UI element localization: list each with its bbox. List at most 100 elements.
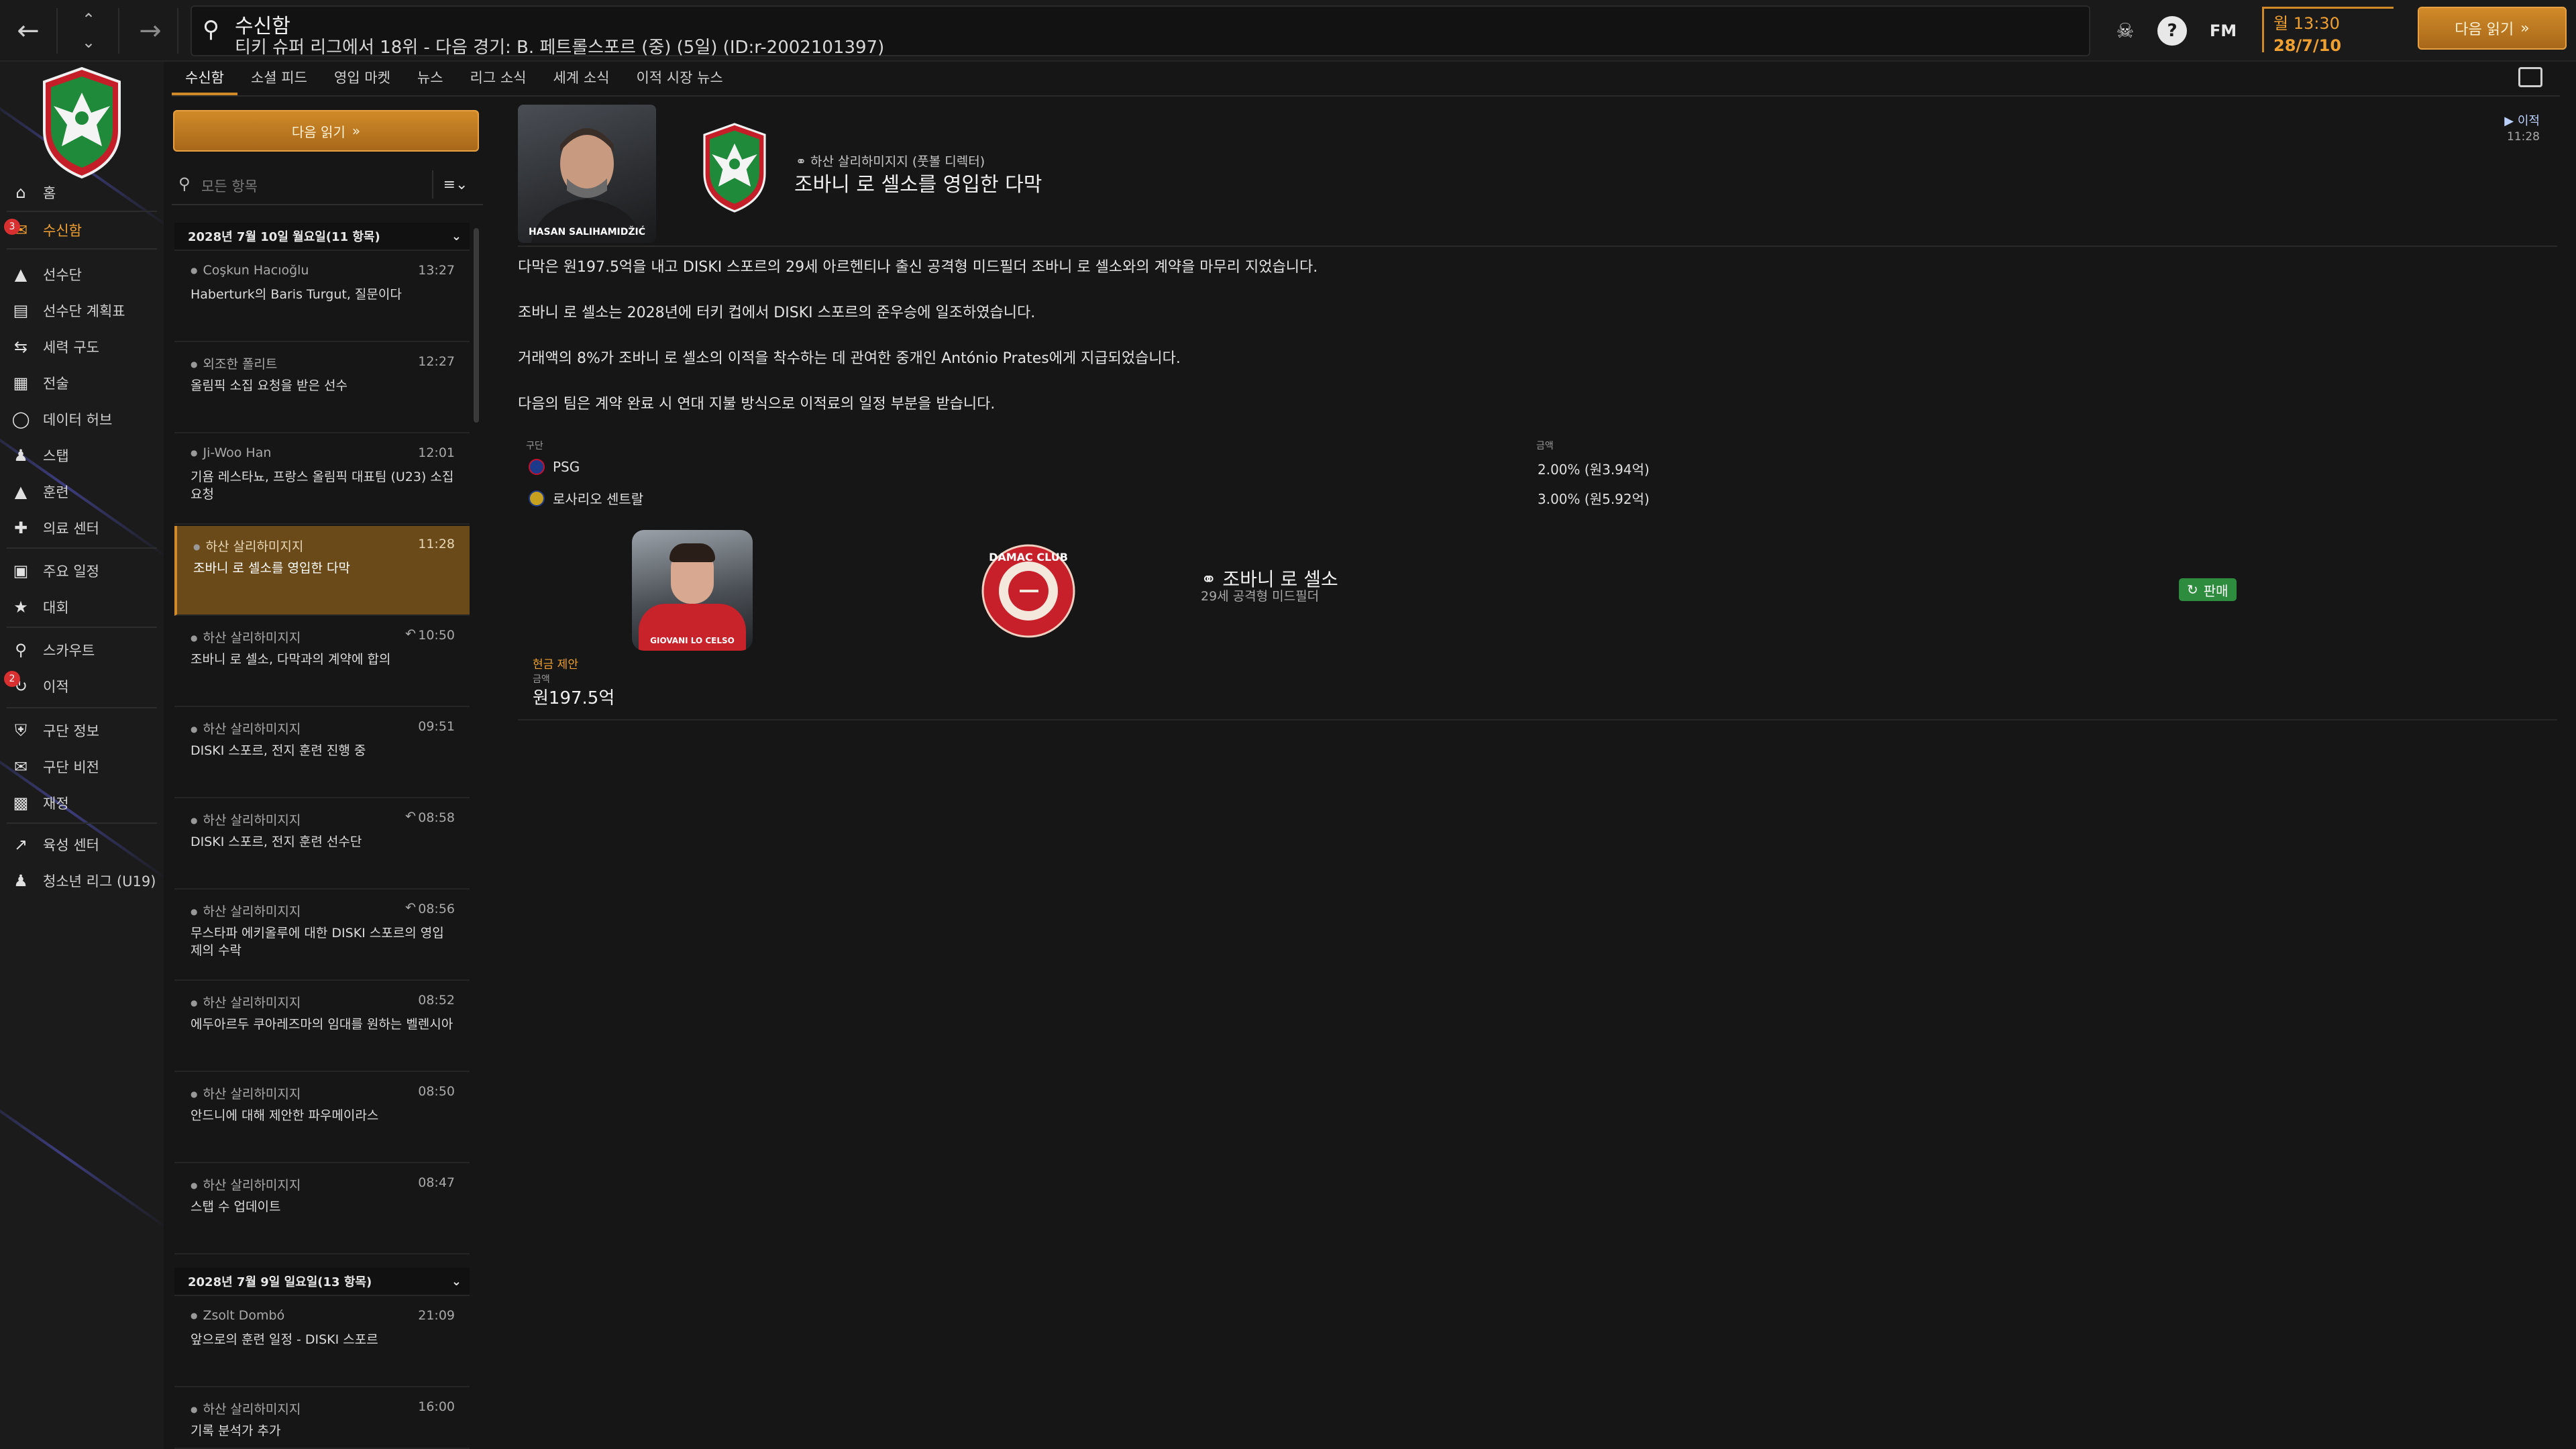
tab-recruitment[interactable]: 영입 마켓 xyxy=(321,64,404,95)
payment-amount-label: 금액 xyxy=(533,674,550,685)
back-arrow-icon[interactable]: ← xyxy=(9,12,47,50)
list-item[interactable]: 하산 살리하미지지 ↶10:50 조바니 로 셀소, 다막과의 계약에 합의 xyxy=(174,617,470,707)
reply-icon: ↶ xyxy=(405,627,416,641)
list-item[interactable]: Ji-Woo Han 12:01 기욤 레스타뇨, 프랑스 올림픽 대표팀 (U23… xyxy=(174,435,470,525)
player-photo[interactable]: GIOVANI LO CELSO xyxy=(632,530,753,651)
double-chevron-right-icon: » xyxy=(352,123,361,139)
sidebar-item-competitions[interactable]: ★ 대회 xyxy=(0,590,164,624)
continue-button[interactable]: 다음 읽기 » xyxy=(2418,7,2567,50)
skull-icon[interactable]: ☠ xyxy=(2110,16,2140,46)
sidebar-item-medical[interactable]: ✚ 의료 센터 xyxy=(0,511,164,545)
home-icon: ⌂ xyxy=(15,183,26,202)
list-item[interactable]: Coşkun Hacıoğlu 13:27 Haberturk의 Baris Tur… xyxy=(174,252,470,342)
message-sender: Ji-Woo Han xyxy=(191,445,271,460)
sender-line[interactable]: ⚭ 하산 살리하미지지 (풋볼 디렉터) xyxy=(796,152,985,170)
data-icon: ◯ xyxy=(11,410,30,429)
message-time: 11:28 xyxy=(418,537,455,551)
table-row[interactable]: 로사리오 센트랄 xyxy=(529,488,643,508)
date-time-display[interactable]: 월 13:30 28/7/10 xyxy=(2262,7,2394,55)
inbox-filter[interactable]: ⚲ 모든 항목 ≡⌄ xyxy=(172,165,483,205)
list-item[interactable]: 하산 살리하미지지 08:52 에두아르두 쿠아레즈마의 임대를 원하는 벨렌시아 xyxy=(174,982,470,1072)
sidebar-item-label: 전술 xyxy=(43,376,69,392)
sidebar-item-label: 구단 비전 xyxy=(43,759,99,775)
tab-world-news[interactable]: 세계 소식 xyxy=(540,64,623,95)
list-item[interactable]: 하산 살리하미지지 ↶08:58 DISKI 스포르, 전지 훈련 선수단 xyxy=(174,800,470,890)
sidebar-item-finances[interactable]: ▩ 재정 xyxy=(0,786,164,820)
list-item[interactable]: 하산 살리하미지지 09:51 DISKI 스포르, 전지 훈련 진행 중 xyxy=(174,708,470,798)
table-cell-amount: 2.00% (원3.94억) xyxy=(1538,462,1650,478)
message-subject: 조바니 로 셀소, 다막과의 계약에 합의 xyxy=(191,652,391,667)
table-header-club: 구단 xyxy=(526,441,543,451)
list-item[interactable]: 하산 살리하미지지 ↶08:56 무스타파 에키올루에 대한 DISKI 스포르의 … xyxy=(174,891,470,981)
screen-icon[interactable] xyxy=(2518,67,2542,87)
group-label: 2028년 7월 9일 일요일(13 항목) xyxy=(188,1275,372,1289)
sidebar-item-tactics[interactable]: ▦ 전술 xyxy=(0,366,164,400)
scout-icon: ⚲ xyxy=(15,641,27,659)
divider xyxy=(518,246,2557,247)
club-logo-text: DAMAC CLUB xyxy=(989,551,1068,564)
sidebar-item-label: 스탭 xyxy=(43,448,69,464)
club-logo-icon xyxy=(529,459,545,475)
message-sender: 하산 살리하미지지 xyxy=(191,1399,301,1417)
sidebar-item-label: 훈련 xyxy=(43,484,69,500)
fm-menu-button[interactable]: FM xyxy=(2204,16,2242,46)
double-chevron-right-icon: » xyxy=(2520,19,2530,37)
group-label: 2028년 7월 10일 월요일(11 항목) xyxy=(188,230,380,244)
transfer-icon: ▶ xyxy=(2504,114,2518,128)
list-item[interactable]: 외조한 폴리트 12:27 올림픽 소집 요청을 받은 선수 xyxy=(174,343,470,433)
club-crest-icon[interactable] xyxy=(38,66,126,180)
search-bar[interactable]: ⚲ 수신함 티키 슈퍼 리그에서 18위 - 다음 경기: B. 페트롤스포르 … xyxy=(191,5,2090,58)
payment-type: 현금 제안 xyxy=(533,658,578,672)
tab-league-news[interactable]: 리그 소식 xyxy=(457,64,540,95)
help-icon[interactable]: ? xyxy=(2157,16,2187,46)
sidebar-item-scouting[interactable]: ⚲ 스카우트 xyxy=(0,633,164,667)
sidebar: ⌂ 홈 3 ✉ 수신함 ▲ 선수단 ▤ 선수단 계획표 ⇆ 세력 구도 ▦ 전술 ◯ 데이터 … xyxy=(0,62,164,1449)
sidebar-item-training[interactable]: ▲ 훈련 xyxy=(0,475,164,508)
message-sender: 하산 살리하미지지 xyxy=(191,1084,301,1102)
message-detail: HASAN SALIHAMIDŽIĆ ⚭ 하산 살리하미지지 (풋볼 디렉터) … xyxy=(510,101,2563,1449)
sidebar-item-dynamics[interactable]: ⇆ 세력 구도 xyxy=(0,330,164,364)
sidebar-item-youth-league[interactable]: ♟ 청소년 리그 (U19) xyxy=(0,864,164,898)
sidebar-item-inbox[interactable]: ✉ 수신함 xyxy=(0,213,164,247)
sidebar-item-club-info[interactable]: ⛨ 구단 정보 xyxy=(0,714,164,747)
category-tag[interactable]: ▶ 이적 xyxy=(2504,111,2540,129)
tab-social-feed[interactable]: 소셜 피드 xyxy=(237,64,321,95)
list-item[interactable]: 하산 살리하미지지 16:00 기록 분석가 추가 xyxy=(174,1389,470,1449)
sidebar-item-data-hub[interactable]: ◯ 데이터 허브 xyxy=(0,402,164,436)
filter-input[interactable]: 모든 항목 xyxy=(201,176,258,196)
sidebar-item-staff[interactable]: ♟ 스탭 xyxy=(0,439,164,472)
damac-club-logo-icon[interactable]: DAMAC CLUB xyxy=(981,543,1076,639)
club-crest-icon[interactable] xyxy=(699,121,770,215)
list-item[interactable]: 하산 살리하미지지 08:50 안드니에 대해 제안한 파우메이라스 xyxy=(174,1073,470,1163)
message-sender: Coşkun Hacıoğlu xyxy=(191,263,309,278)
list-continue-button[interactable]: 다음 읽기 » xyxy=(173,110,479,152)
forward-arrow-icon[interactable]: → xyxy=(131,12,169,50)
current-time: 월 13:30 xyxy=(2273,14,2340,33)
table-row[interactable]: PSG xyxy=(529,459,580,475)
development-icon: ↗ xyxy=(13,835,28,854)
message-time: 10:50 xyxy=(418,628,455,643)
status-badge[interactable]: ↻ 판매 xyxy=(2179,578,2237,601)
sort-menu-icon[interactable]: ≡⌄ xyxy=(432,170,478,199)
sidebar-item-schedule[interactable]: ▣ 주요 일정 xyxy=(0,554,164,588)
tab-news[interactable]: 뉴스 xyxy=(404,64,457,95)
up-down-chevron-icon[interactable]: ⌃ ⌄ xyxy=(70,4,107,58)
message-time: 08:58 xyxy=(418,810,455,825)
date-group-header[interactable]: 2028년 7월 9일 일요일(13 항목) ⌄ xyxy=(174,1268,470,1296)
scrollbar[interactable] xyxy=(474,228,479,423)
sidebar-item-squad-planner[interactable]: ▤ 선수단 계획표 xyxy=(0,294,164,327)
sidebar-item-transfers[interactable]: ↻ 이적 xyxy=(0,669,164,703)
sidebar-item-development[interactable]: ↗ 육성 센터 xyxy=(0,828,164,861)
sidebar-item-squad[interactable]: ▲ 선수단 xyxy=(0,258,164,291)
body-paragraph: 조바니 로 셀소는 2028년에 터키 컵에서 DISKI 스포르의 준우승에 … xyxy=(518,305,1036,321)
search-icon: ⚲ xyxy=(203,16,219,43)
sidebar-item-club-vision[interactable]: ✉ 구단 비전 xyxy=(0,750,164,784)
list-item[interactable]: 하산 살리하미지지 08:47 스탭 수 업데이트 xyxy=(174,1165,470,1254)
list-item[interactable]: Zsolt Dombó 21:09 앞으로의 훈련 일정 - DISKI 스포르 xyxy=(174,1297,470,1387)
tab-transfer-news[interactable]: 이적 시장 뉴스 xyxy=(623,64,736,95)
date-group-header[interactable]: 2028년 7월 10일 월요일(11 항목) ⌄ xyxy=(174,223,470,251)
tab-inbox[interactable]: 수신함 xyxy=(172,64,237,95)
sender-photo[interactable]: HASAN SALIHAMIDŽIĆ xyxy=(518,105,656,243)
sidebar-item-home[interactable]: ⌂ 홈 xyxy=(0,176,164,209)
list-item-selected[interactable]: 하산 살리하미지지 11:28 조바니 로 셀소를 영입한 다막 xyxy=(174,526,470,616)
